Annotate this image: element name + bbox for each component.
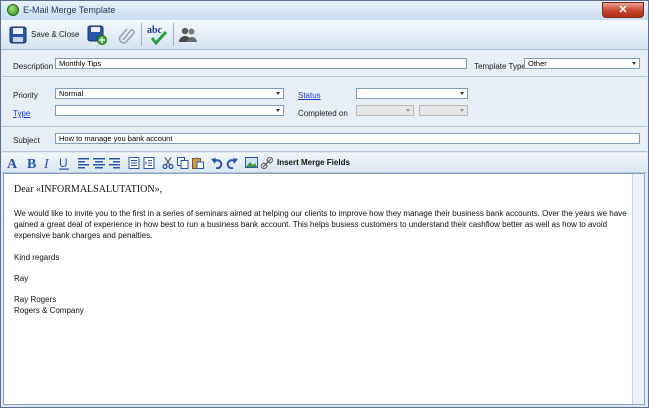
app-icon bbox=[7, 4, 19, 16]
chevron-down-icon bbox=[276, 109, 280, 112]
template-type-value: Other bbox=[528, 59, 547, 68]
italic-icon: I bbox=[43, 157, 50, 170]
template-type-label: Template Type bbox=[474, 62, 526, 71]
align-right-icon bbox=[109, 157, 120, 168]
save-new-icon bbox=[87, 25, 107, 45]
users-icon bbox=[179, 27, 197, 42]
bold-icon: B bbox=[27, 157, 36, 170]
status-link[interactable]: Status bbox=[298, 91, 321, 100]
email-merge-template-window: E-Mail Merge Template ✕ Save & Close abc… bbox=[0, 0, 649, 408]
status-select[interactable] bbox=[356, 88, 468, 99]
body-paragraph: We would like to invite you to the first… bbox=[14, 209, 627, 240]
main-toolbar: Save & Close abc bbox=[1, 20, 648, 50]
align-right-button[interactable] bbox=[108, 155, 120, 170]
description-panel: Description Monthly Tips Template Type O… bbox=[2, 50, 647, 77]
subject-input[interactable]: How to manage you bank account bbox=[55, 133, 640, 144]
insert-merge-fields-button[interactable]: Insert Merge Fields bbox=[277, 155, 350, 170]
font-button[interactable]: A bbox=[7, 155, 19, 170]
type-select[interactable] bbox=[55, 105, 284, 116]
toolbar-separator bbox=[173, 23, 174, 46]
toolbar-separator bbox=[141, 23, 142, 46]
underline-button[interactable]: U bbox=[58, 155, 70, 170]
redo-button[interactable] bbox=[226, 155, 238, 170]
bullet-list-button[interactable] bbox=[128, 155, 140, 170]
subject-panel: Subject How to manage you bank account bbox=[2, 127, 647, 152]
chevron-down-icon bbox=[406, 109, 410, 112]
align-center-button[interactable] bbox=[93, 155, 105, 170]
completed-on-label: Completed on bbox=[298, 109, 348, 118]
title-bar: E-Mail Merge Template ✕ bbox=[1, 1, 648, 20]
greeting-line: Dear «INFORMALSALUTATION», bbox=[14, 184, 163, 195]
italic-button[interactable]: I bbox=[42, 155, 54, 170]
company-name: Rogers & Company bbox=[14, 306, 84, 315]
vertical-scrollbar[interactable] bbox=[632, 174, 644, 404]
save-close-button[interactable]: Save & Close bbox=[9, 22, 79, 47]
floppy-disk-icon bbox=[9, 26, 27, 43]
window-title: E-Mail Merge Template bbox=[23, 5, 116, 15]
link-icon bbox=[261, 156, 273, 169]
insert-link-button[interactable] bbox=[261, 155, 273, 170]
list-icon bbox=[128, 156, 140, 169]
spell-check-icon: abc bbox=[147, 25, 168, 45]
sender-first-name: Ray bbox=[14, 274, 29, 283]
font-icon: A bbox=[7, 157, 18, 170]
chevron-down-icon bbox=[632, 62, 636, 65]
sender-full-name: Ray Rogers bbox=[14, 295, 57, 304]
bold-button[interactable]: B bbox=[26, 155, 38, 170]
align-left-icon bbox=[78, 157, 89, 168]
svg-text:I: I bbox=[43, 157, 50, 170]
attachment-button[interactable] bbox=[117, 22, 137, 47]
editor-content: Dear «INFORMALSALUTATION», We would like… bbox=[14, 184, 629, 316]
insert-image-button[interactable] bbox=[245, 155, 258, 170]
template-type-select[interactable]: Other bbox=[524, 58, 640, 69]
paperclip-icon bbox=[118, 27, 135, 44]
message-editor[interactable]: Dear «INFORMALSALUTATION», We would like… bbox=[3, 173, 645, 405]
save-new-button[interactable] bbox=[87, 22, 107, 47]
subject-label: Subject bbox=[13, 136, 40, 145]
priority-value: Normal bbox=[59, 89, 84, 98]
type-link[interactable]: Type bbox=[13, 109, 30, 118]
align-left-button[interactable] bbox=[78, 155, 90, 170]
image-icon bbox=[245, 157, 258, 168]
formatting-toolbar: A B I U Insert Merge Fields bbox=[2, 153, 647, 173]
spell-check-button[interactable]: abc bbox=[147, 22, 169, 47]
cut-button[interactable] bbox=[162, 155, 174, 170]
description-input[interactable]: Monthly Tips bbox=[55, 58, 467, 69]
description-label: Description bbox=[13, 62, 54, 71]
priority-select[interactable]: Normal bbox=[55, 88, 284, 99]
priority-label: Priority bbox=[13, 91, 38, 100]
completed-date-picker[interactable] bbox=[356, 105, 414, 116]
chevron-down-icon bbox=[460, 92, 464, 95]
close-button[interactable]: ✕ bbox=[602, 2, 644, 18]
undo-icon bbox=[211, 157, 223, 169]
save-close-label: Save & Close bbox=[31, 30, 80, 39]
redo-icon bbox=[226, 157, 238, 169]
svg-text:B: B bbox=[27, 157, 36, 170]
chevron-down-icon bbox=[460, 109, 464, 112]
scissors-icon bbox=[162, 156, 174, 169]
copy-button[interactable] bbox=[177, 155, 189, 170]
copy-icon bbox=[177, 156, 189, 169]
closing-line: Kind regards bbox=[14, 253, 60, 262]
svg-text:abc: abc bbox=[147, 25, 163, 36]
svg-text:A: A bbox=[7, 157, 18, 170]
align-center-icon bbox=[93, 157, 105, 168]
chevron-down-icon bbox=[276, 92, 280, 95]
contacts-button[interactable] bbox=[178, 22, 198, 47]
paste-button[interactable] bbox=[192, 155, 204, 170]
undo-button[interactable] bbox=[211, 155, 223, 170]
indent-icon bbox=[143, 156, 155, 169]
details-panel: Priority Normal Status Type Completed on bbox=[2, 77, 647, 127]
completed-time-picker[interactable] bbox=[419, 105, 468, 116]
indent-button[interactable] bbox=[143, 155, 155, 170]
svg-text:U: U bbox=[59, 156, 68, 170]
paste-icon bbox=[192, 157, 204, 169]
underline-icon: U bbox=[59, 156, 69, 170]
